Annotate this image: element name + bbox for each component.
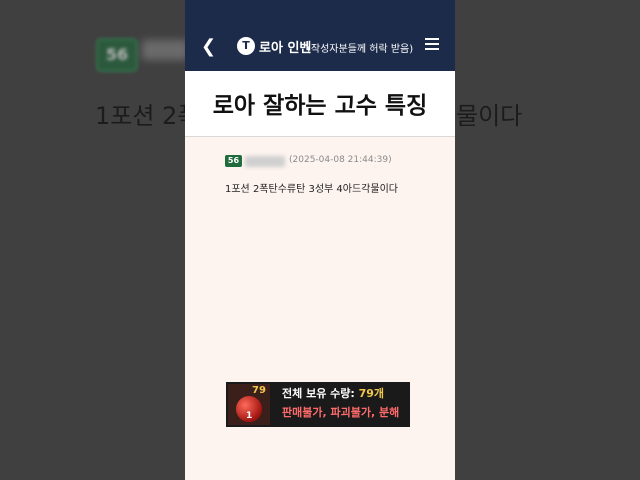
post-body: 1포션 2폭탄수류탄 3성부 4아드각물이다 — [225, 184, 398, 195]
background-level-badge: 56 — [96, 38, 138, 72]
item-tooltip-card: 79 1 전체 보유 수량: 79개 판매불가, 파괴불가, 분해 — [226, 382, 410, 427]
inven-logo-icon: T — [237, 37, 255, 55]
item-holdings-value: 79개 — [358, 387, 385, 400]
app-subtitle: (작성자분들께 허락 받음) — [307, 44, 414, 55]
item-level: 79 — [252, 385, 266, 396]
top-app-bar: ❮ T 로아 인벤 (작성자분들께 허락 받음) — [185, 0, 455, 71]
item-holdings: 전체 보유 수량: 79개 — [282, 385, 384, 401]
item-bomb-icon: 79 1 — [228, 384, 270, 425]
page-title: 로아 잘하는 고수 특징 — [212, 93, 428, 119]
phone-screen: ❮ T 로아 인벤 (작성자분들께 허락 받음) 로아 잘하는 고수 특징 56… — [185, 0, 455, 480]
item-restrictions: 판매불가, 파괴불가, 분해 — [282, 406, 400, 419]
title-band: 로아 잘하는 고수 특징 — [185, 71, 455, 137]
background-text-left: 1포션 2폭 — [95, 102, 200, 130]
background-text-right: 물이다 — [456, 102, 523, 130]
hamburger-menu-icon[interactable] — [425, 38, 439, 52]
item-count: 1 — [246, 411, 253, 421]
app-title: 로아 인벤 — [259, 41, 312, 56]
post-date: (2025-04-08 21:44:39) — [289, 155, 392, 165]
chevron-left-icon[interactable]: ❮ — [201, 38, 216, 56]
level-badge: 56 — [225, 155, 242, 167]
background-author-blur — [142, 40, 188, 60]
author-name-blurred — [245, 156, 285, 167]
item-holdings-label: 전체 보유 수량: — [282, 387, 355, 400]
